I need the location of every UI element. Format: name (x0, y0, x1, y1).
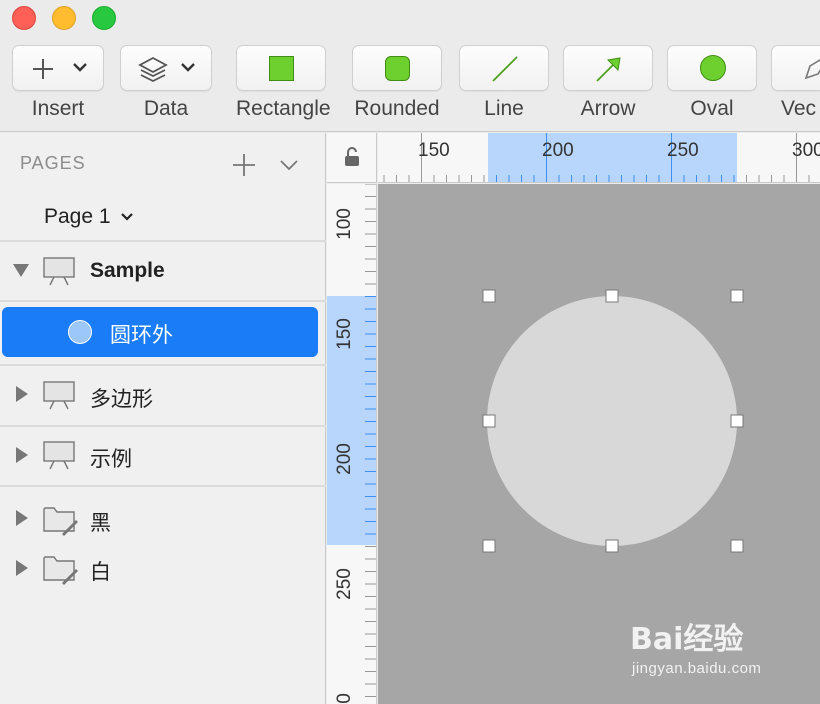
data-button[interactable] (120, 45, 212, 91)
chevron-down-icon[interactable] (278, 155, 300, 175)
resize-handle-bottom-right[interactable] (730, 539, 744, 553)
h-tick-label: 250 (667, 140, 699, 161)
rectangle-icon (269, 56, 294, 81)
selected-oval-shape[interactable] (487, 296, 737, 546)
divider (0, 300, 326, 302)
chevron-down-icon (73, 63, 87, 72)
layer-label: 示例 (90, 448, 132, 471)
line-label: Line (484, 97, 524, 120)
data-label: Data (143, 97, 189, 120)
layer-label: 白 (90, 561, 111, 584)
artboard-icon (43, 257, 75, 286)
insert-label: Insert (31, 97, 85, 120)
artboard-icon (43, 441, 75, 470)
rounded-tool[interactable]: Rounded (352, 45, 442, 121)
disclosure-closed-icon[interactable] (14, 559, 30, 577)
layers-sidebar: PAGES Page 1 Sample 圆环外 多边形 示例 黑 白 (0, 133, 326, 704)
watermark-url: jingyan.baidu.com (632, 660, 762, 677)
layer-item-black-group[interactable]: 黑 (0, 489, 326, 547)
v-tick-label: 200 (334, 443, 355, 475)
oval-label: Oval (690, 97, 734, 120)
disclosure-closed-icon[interactable] (14, 446, 30, 464)
ruler-corner[interactable] (327, 133, 377, 183)
resize-handle-top-left[interactable] (482, 289, 496, 303)
minimize-window-button[interactable] (52, 6, 76, 30)
disclosure-closed-icon[interactable] (14, 385, 30, 403)
page-selector[interactable]: Page 1 (44, 205, 134, 229)
h-tick-label: 150 (418, 140, 450, 161)
rectangle-tool[interactable]: Rectangle (236, 45, 331, 121)
page-name: Page 1 (44, 205, 111, 228)
pen-icon (804, 59, 820, 80)
vector-label: Vec (781, 97, 817, 120)
oval-icon (700, 55, 726, 81)
arrow-button[interactable] (563, 45, 653, 91)
resize-handle-bottom-left[interactable] (482, 539, 496, 553)
insert-button[interactable] (12, 45, 104, 91)
v-tick-label: 250 (334, 568, 355, 600)
arrow-tool[interactable]: Arrow (563, 45, 653, 121)
layers-icon (138, 56, 168, 83)
h-tick-label: 300 (792, 140, 820, 161)
arrow-label: Arrow (580, 97, 636, 120)
unlock-icon[interactable] (343, 147, 361, 167)
vector-tool[interactable]: Vec (771, 45, 820, 121)
resize-handle-right[interactable] (730, 414, 744, 428)
divider (0, 485, 326, 487)
layer-item-example-artboard[interactable]: 示例 (0, 427, 326, 485)
vertical-ruler[interactable]: 100 150 200 250 300 (327, 184, 377, 704)
divider (0, 364, 326, 366)
folder-icon (43, 556, 78, 585)
line-tool[interactable]: Line (459, 45, 549, 121)
rounded-button[interactable] (352, 45, 442, 91)
disclosure-open-icon[interactable] (12, 262, 30, 278)
disclosure-closed-icon[interactable] (14, 509, 30, 527)
maximize-window-button[interactable] (92, 6, 116, 30)
layer-label: 黑 (90, 512, 111, 535)
add-page-icon[interactable] (232, 153, 256, 177)
rectangle-button[interactable] (236, 45, 326, 91)
horizontal-ruler-graphic: 150 200 250 300 (383, 133, 820, 182)
chevron-down-icon (121, 213, 134, 221)
layer-label: Sample (90, 259, 165, 282)
horizontal-ruler[interactable]: 150 200 250 300 (378, 133, 820, 183)
oval-button[interactable] (667, 45, 757, 91)
resize-handle-top-right[interactable] (730, 289, 744, 303)
insert-tool[interactable]: Insert (12, 45, 104, 121)
layer-item-oval-selected[interactable]: 圆环外 (2, 307, 318, 357)
layer-item-sample[interactable]: Sample (0, 243, 326, 301)
vertical-ruler-graphic: 100 150 200 250 300 (327, 184, 376, 704)
h-tick-label: 200 (542, 140, 574, 161)
layer-item-white-group[interactable]: 白 (0, 540, 326, 598)
rounded-rectangle-icon (385, 56, 410, 81)
pages-header: PAGES (20, 153, 86, 173)
artboard-icon (43, 381, 75, 410)
chevron-down-icon (181, 63, 195, 72)
resize-handle-bottom[interactable] (605, 539, 619, 553)
rounded-label: Rounded (354, 97, 440, 120)
arrow-icon (596, 57, 621, 82)
folder-icon (43, 507, 78, 536)
v-tick-label: 150 (334, 318, 355, 350)
rectangle-label: Rectangle (236, 97, 331, 120)
close-window-button[interactable] (12, 6, 36, 30)
layer-label: 圆环外 (110, 324, 173, 347)
watermark-logo: Bai经验 (630, 622, 744, 657)
layer-label: 多边形 (90, 388, 153, 411)
layer-item-polygon-artboard[interactable]: 多边形 (0, 367, 326, 425)
resize-handle-left[interactable] (482, 414, 496, 428)
oval-tool[interactable]: Oval (667, 45, 757, 121)
line-button[interactable] (459, 45, 549, 91)
line-icon (492, 56, 518, 82)
data-tool[interactable]: Data (120, 45, 212, 121)
window-toolbar: Insert Data Rectangle Rounded Line Arrow… (0, 0, 820, 132)
v-tick-label: 300 (334, 693, 355, 704)
v-tick-label: 100 (334, 208, 355, 240)
resize-handle-top[interactable] (605, 289, 619, 303)
vector-button[interactable] (771, 45, 820, 91)
baidu-watermark: Bai经验 jingyan.baidu.com (630, 614, 761, 677)
divider (0, 240, 326, 242)
oval-layer-icon (68, 320, 92, 344)
plus-icon (33, 59, 53, 79)
